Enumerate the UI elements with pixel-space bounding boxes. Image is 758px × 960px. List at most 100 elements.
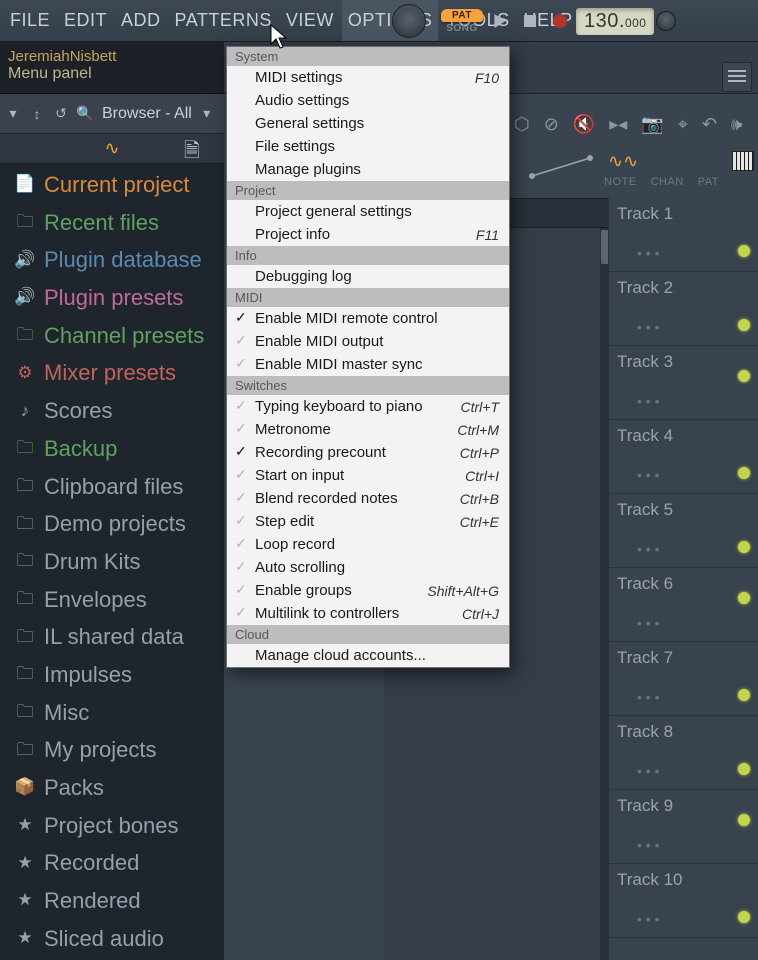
browser-item-scores[interactable]: ♪Scores <box>0 392 224 430</box>
browser-item-drum-kits[interactable]: 🗀Drum Kits <box>0 543 224 581</box>
waveform-tab-icon[interactable]: ∿ <box>104 138 119 159</box>
track-mute-led[interactable] <box>738 370 750 382</box>
browser-item-packs[interactable]: 📦Packs <box>0 769 224 807</box>
menu-item-midi-settings[interactable]: MIDI settingsF10 <box>227 66 509 89</box>
menu-item-recording-precount[interactable]: Recording precountCtrl+P <box>227 441 509 464</box>
menu-item-file-settings[interactable]: File settings <box>227 135 509 158</box>
track-header-7[interactable]: Track 7• • • <box>609 642 758 716</box>
tempo-fine-knob[interactable] <box>656 11 676 31</box>
browser-dropdown-icon[interactable]: ▾ <box>198 105 216 122</box>
collapse-icon[interactable]: ▾ <box>4 105 22 122</box>
track-header-2[interactable]: Track 2• • • <box>609 272 758 346</box>
menu-item-blend-recorded-notes[interactable]: Blend recorded notesCtrl+B <box>227 487 509 510</box>
browser-item-recent-files[interactable]: 🗀Recent files <box>0 204 224 242</box>
menu-item-enable-groups[interactable]: Enable groupsShift+Alt+G <box>227 579 509 602</box>
menu-view[interactable]: VIEW <box>280 0 340 41</box>
pat-song-switch[interactable]: PAT SONG <box>440 9 484 34</box>
pattern-picker-icon[interactable] <box>722 62 752 92</box>
browser-title[interactable]: Browser - All <box>102 105 192 123</box>
camera-icon[interactable]: 📷 <box>641 114 663 135</box>
reread-icon[interactable]: ↺ <box>52 105 70 122</box>
menu-item-start-on-input[interactable]: Start on inputCtrl+I <box>227 464 509 487</box>
mute-icon[interactable]: 🔇 <box>573 114 595 135</box>
browser-item-backup[interactable]: 🗀Backup <box>0 430 224 468</box>
menu-item-project-general-settings[interactable]: Project general settings <box>227 200 509 223</box>
browser-item-clipboard-files[interactable]: 🗀Clipboard files <box>0 468 224 506</box>
track-ellipsis-icon[interactable]: • • • <box>637 319 659 335</box>
browser-item-il-shared-data[interactable]: 🗀IL shared data <box>0 618 224 656</box>
play-button[interactable] <box>486 7 514 35</box>
menu-add[interactable]: ADD <box>115 0 167 41</box>
sublabel-note[interactable]: NOTE <box>604 176 637 188</box>
track-mute-led[interactable] <box>738 319 750 331</box>
main-volume-knob[interactable] <box>392 4 426 38</box>
tempo-display[interactable]: 130.000 <box>576 8 654 35</box>
browser-item-demo-projects[interactable]: 🗀Demo projects <box>0 505 224 543</box>
track-header-5[interactable]: Track 5• • • <box>609 494 758 568</box>
track-mute-led[interactable] <box>738 245 750 257</box>
focus-icon[interactable]: ⌖ <box>678 114 688 135</box>
sublabel-chan[interactable]: CHAN <box>651 176 684 188</box>
piano-icon[interactable] <box>732 151 754 171</box>
track-header-9[interactable]: Track 9• • • <box>609 790 758 864</box>
menu-item-audio-settings[interactable]: Audio settings <box>227 89 509 112</box>
browser-item-misc[interactable]: 🗀Misc <box>0 694 224 732</box>
browser-item-impulses[interactable]: 🗀Impulses <box>0 656 224 694</box>
browser-item-recorded[interactable]: ★Recorded <box>0 844 224 882</box>
menu-item-typing-keyboard-to-piano[interactable]: Typing keyboard to pianoCtrl+T <box>227 395 509 418</box>
track-header-1[interactable]: Track 1• • • <box>609 198 758 272</box>
menu-item-general-settings[interactable]: General settings <box>227 112 509 135</box>
search-icon[interactable]: 🔍 <box>76 105 94 122</box>
track-header-6[interactable]: Track 6• • • <box>609 568 758 642</box>
up-down-icon[interactable]: ↕ <box>28 106 46 122</box>
browser-item-project-bones[interactable]: ★Project bones <box>0 807 224 845</box>
track-mute-led[interactable] <box>738 763 750 775</box>
browser-item-mixer-presets[interactable]: ⚙Mixer presets <box>0 354 224 392</box>
track-ellipsis-icon[interactable]: • • • <box>637 245 659 261</box>
track-ellipsis-icon[interactable]: • • • <box>637 911 659 927</box>
wave-icon[interactable]: ∿∿ <box>608 151 638 172</box>
track-ellipsis-icon[interactable]: • • • <box>637 763 659 779</box>
menu-patterns[interactable]: PATTERNS <box>169 0 278 41</box>
menu-item-loop-record[interactable]: Loop record <box>227 533 509 556</box>
menu-item-enable-midi-remote-control[interactable]: Enable MIDI remote control <box>227 307 509 330</box>
record-button[interactable] <box>546 7 574 35</box>
browser-item-plugin-presets[interactable]: 🔊Plugin presets <box>0 279 224 317</box>
browser-item-rendered[interactable]: ★Rendered <box>0 882 224 920</box>
undo-icon[interactable]: ↶ <box>702 114 717 135</box>
browser-item-plugin-database[interactable]: 🔊Plugin database <box>0 241 224 279</box>
browser-item-my-projects[interactable]: 🗀My projects <box>0 731 224 769</box>
sound-icon[interactable]: 🕪 <box>731 114 742 135</box>
track-header-3[interactable]: Track 3• • • <box>609 346 758 420</box>
menu-file[interactable]: FILE <box>4 0 56 41</box>
sublabel-pat[interactable]: PAT <box>698 176 719 188</box>
cancel-icon[interactable]: ⊘ <box>544 114 559 135</box>
browser-item-channel-presets[interactable]: 🗀Channel presets <box>0 317 224 355</box>
browser-item-envelopes[interactable]: 🗀Envelopes <box>0 581 224 619</box>
menu-item-manage-cloud-accounts-[interactable]: Manage cloud accounts... <box>227 644 509 667</box>
track-header-10[interactable]: Track 10• • • <box>609 864 758 938</box>
track-ellipsis-icon[interactable]: • • • <box>637 615 659 631</box>
track-mute-led[interactable] <box>738 541 750 553</box>
track-mute-led[interactable] <box>738 467 750 479</box>
menu-item-multilink-to-controllers[interactable]: Multilink to controllersCtrl+J <box>227 602 509 625</box>
browser-item-sliced-audio[interactable]: ★Sliced audio <box>0 920 224 958</box>
stop-button[interactable] <box>516 7 544 35</box>
menu-item-auto-scrolling[interactable]: Auto scrolling <box>227 556 509 579</box>
track-mute-led[interactable] <box>738 814 750 826</box>
automation-clip-icon[interactable] <box>524 150 600 184</box>
track-header-8[interactable]: Track 8• • • <box>609 716 758 790</box>
menu-edit[interactable]: EDIT <box>58 0 113 41</box>
track-ellipsis-icon[interactable]: • • • <box>637 689 659 705</box>
browser-item-current-project[interactable]: 📄Current project <box>0 166 224 204</box>
track-ellipsis-icon[interactable]: • • • <box>637 541 659 557</box>
menu-item-step-edit[interactable]: Step editCtrl+E <box>227 510 509 533</box>
menu-item-manage-plugins[interactable]: Manage plugins <box>227 158 509 181</box>
track-mute-led[interactable] <box>738 592 750 604</box>
marker-icon[interactable]: ▸◂ <box>609 114 627 135</box>
track-mute-led[interactable] <box>738 689 750 701</box>
magnet-icon[interactable]: ⬡ <box>514 114 530 135</box>
track-header-4[interactable]: Track 4• • • <box>609 420 758 494</box>
menu-item-project-info[interactable]: Project infoF11 <box>227 223 509 246</box>
menu-item-metronome[interactable]: MetronomeCtrl+M <box>227 418 509 441</box>
